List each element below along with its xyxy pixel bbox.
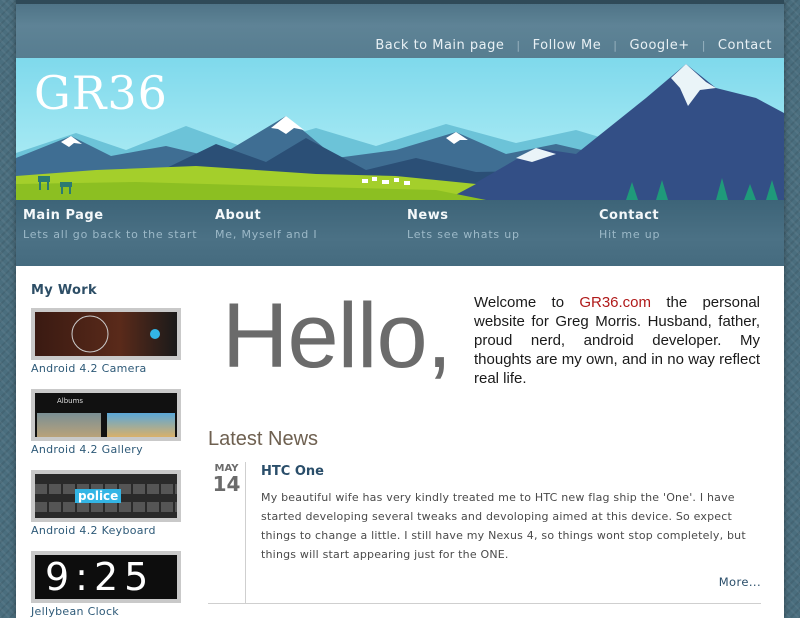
- topnav-separator: |: [701, 39, 706, 52]
- topnav-separator: |: [516, 39, 521, 52]
- site-link[interactable]: GR36.com: [579, 294, 651, 311]
- work-thumbnail: 9:25: [31, 551, 181, 603]
- topnav-google-plus[interactable]: Google+: [629, 38, 689, 53]
- menu-item-subtitle: Hit me up: [599, 228, 661, 241]
- work-item-keyboard[interactable]: police Android 4.2 Keyboard: [31, 470, 201, 537]
- menu-item-subtitle: Me, Myself and I: [215, 228, 318, 241]
- site-logo[interactable]: GR36: [34, 66, 168, 120]
- menu-item-main-page[interactable]: Main Page Lets all go back to the start: [23, 208, 213, 241]
- welcome-text: Welcome to GR36.com the personal website…: [474, 293, 760, 388]
- work-caption: Android 4.2 Keyboard: [31, 524, 156, 537]
- clock-thumb-time: 9:25: [45, 555, 155, 599]
- keyboard-keys: [35, 502, 177, 512]
- work-caption: Android 4.2 Gallery: [31, 443, 143, 456]
- post-date: MAY 14: [208, 462, 246, 604]
- work-item-camera[interactable]: Android 4.2 Camera: [31, 308, 201, 375]
- page-container: Back to Main page | Follow Me | Google+ …: [16, 0, 784, 618]
- menu-item-subtitle: Lets see whats up: [407, 228, 520, 241]
- post-day: 14: [212, 472, 241, 496]
- topnav-follow-me[interactable]: Follow Me: [533, 38, 602, 53]
- work-thumbnail: [31, 308, 181, 360]
- sidebar: My Work Android 4.2 Camera Albums Androi…: [31, 283, 201, 618]
- menu-item-title: News: [407, 208, 449, 223]
- work-caption: Jellybean Clock: [31, 605, 119, 618]
- hello-heading: Hello,: [222, 285, 452, 387]
- work-item-gallery[interactable]: Albums Android 4.2 Gallery: [31, 389, 201, 456]
- topnav-contact[interactable]: Contact: [718, 38, 772, 53]
- header-banner: GR36: [16, 58, 784, 200]
- work-thumbnail: police: [31, 470, 181, 522]
- post-divider: [208, 603, 761, 604]
- menu-item-subtitle: Lets all go back to the start: [23, 228, 198, 241]
- gallery-thumb-label: Albums: [57, 397, 84, 405]
- keyboard-suggestion: police: [75, 489, 122, 503]
- work-thumbnail: Albums: [31, 389, 181, 441]
- post-title[interactable]: HTC One: [261, 464, 324, 479]
- topnav-back-to-main[interactable]: Back to Main page: [375, 38, 504, 53]
- menu-item-contact[interactable]: Contact Hit me up: [599, 208, 789, 241]
- post-body: My beautiful wife has very kindly treate…: [261, 491, 746, 561]
- latest-news-heading: Latest News: [208, 428, 319, 450]
- work-caption: Android 4.2 Camera: [31, 362, 147, 375]
- gallery-photo: [107, 413, 175, 437]
- menu-item-about[interactable]: About Me, Myself and I: [215, 208, 405, 241]
- welcome-text-start: Welcome to: [474, 294, 580, 311]
- main-menu: Main Page Lets all go back to the start …: [16, 200, 784, 266]
- news-post: MAY 14 HTC One My beautiful wife has ver…: [208, 462, 761, 604]
- top-nav: Back to Main page | Follow Me | Google+ …: [375, 38, 772, 53]
- sidebar-heading: My Work: [31, 283, 97, 298]
- menu-item-news[interactable]: News Lets see whats up: [407, 208, 597, 241]
- menu-item-title: About: [215, 208, 262, 223]
- topnav-separator: |: [613, 39, 618, 52]
- work-item-clock[interactable]: 9:25 Jellybean Clock: [31, 551, 201, 618]
- more-link[interactable]: More...: [719, 575, 761, 589]
- top-bar: Back to Main page | Follow Me | Google+ …: [16, 0, 784, 58]
- camera-thumbnail-image: [71, 315, 160, 353]
- menu-item-title: Contact: [599, 208, 660, 223]
- gallery-photo: [37, 413, 101, 437]
- menu-item-title: Main Page: [23, 208, 104, 223]
